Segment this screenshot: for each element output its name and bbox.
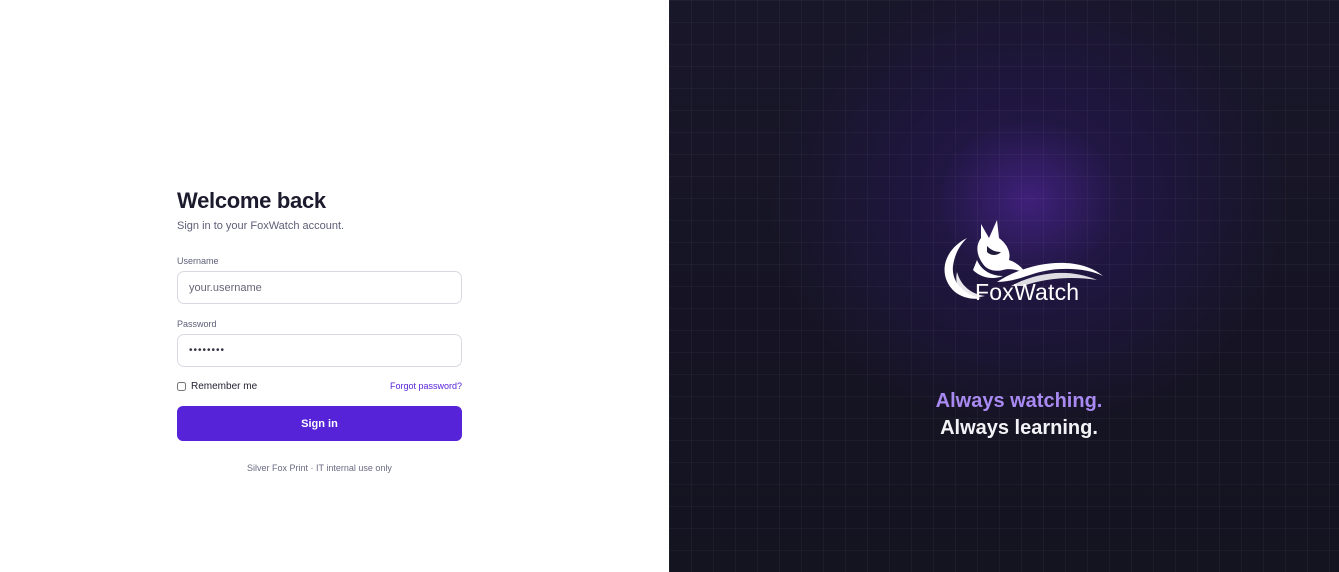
- page-title: Welcome back: [177, 188, 326, 213]
- brand-name: FoxWatch: [975, 279, 1080, 305]
- password-input[interactable]: [177, 334, 462, 367]
- tagline: Always watching. Always learning.: [669, 388, 1339, 442]
- tagline-line-1: Always watching.: [935, 390, 1103, 412]
- login-screen: Welcome back Sign in to your FoxWatch ac…: [0, 0, 1339, 572]
- login-panel: Welcome back Sign in to your FoxWatch ac…: [0, 0, 669, 572]
- username-input[interactable]: [177, 271, 462, 304]
- username-label: Username: [177, 256, 219, 266]
- tagline-line-2: Always learning.: [940, 417, 1098, 439]
- page-subtitle: Sign in to your FoxWatch account.: [177, 220, 345, 232]
- brand-panel: FoxWatch Always watching. Always learnin…: [669, 0, 1339, 572]
- forgot-password-link[interactable]: Forgot password?: [390, 381, 462, 391]
- remember-me-label: Remember me: [191, 380, 258, 392]
- remember-me[interactable]: Remember me: [177, 381, 257, 392]
- sign-in-button[interactable]: Sign in: [177, 406, 462, 441]
- login-form: Welcome back Sign in to your FoxWatch ac…: [177, 187, 462, 473]
- remember-me-checkbox[interactable]: [177, 381, 186, 391]
- footer-note: Silver Fox Print · IT internal use only: [247, 463, 392, 473]
- password-label: Password: [177, 319, 217, 329]
- options-row: Remember me Forgot password?: [177, 379, 462, 393]
